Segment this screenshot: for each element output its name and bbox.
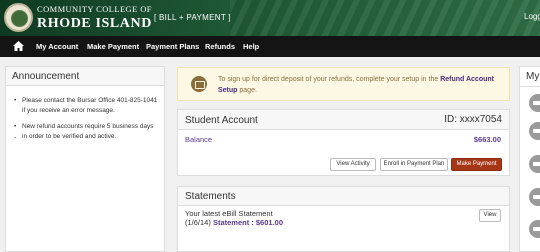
site-header: COMMUNITY COLLEGE OF RHODE ISLAND [ BILL… [0,0,540,36]
latest-ebill-label: Your latest eBill Statement [185,209,273,218]
enroll-payment-plan-button[interactable]: Enroll in Payment Plan [380,158,448,171]
quick-link-icon[interactable] [529,155,540,173]
announcement-panel: Announcement Please contact the Bursar O… [5,66,165,252]
statement-date: (1/6/14) [185,218,211,227]
home-icon[interactable] [13,41,24,51]
statements-header: Statements [178,187,509,206]
student-id: ID: xxxx7054 [444,114,502,125]
announcement-item: Please contact the Bursar Office 401-825… [14,96,158,116]
alert-text-before: To sign up for direct deposit of your re… [218,76,441,83]
statement-line: (1/6/14) Statement : $601.00 [185,218,283,227]
college-seal-logo[interactable] [4,3,33,32]
quick-link-icon[interactable] [529,188,540,206]
quick-link-icon[interactable] [529,94,540,112]
statement-amount: $601.00 [255,218,284,227]
nav-my-account[interactable]: My Account [36,42,78,51]
quick-link-icon[interactable] [529,220,540,238]
statements-panel: Statements Your latest eBill Statement (… [177,186,510,252]
nav-make-payment[interactable]: Make Payment [87,42,139,51]
direct-deposit-alert: To sign up for direct deposit of your re… [177,67,510,101]
statements-title: Statements [185,191,236,202]
login-link[interactable]: Logg [524,12,540,21]
system-name: [ BILL + PAYMENT ] [154,13,231,22]
quick-link-icon[interactable] [529,122,540,140]
statement-link[interactable]: Statement : [213,218,254,227]
student-account-header: Student Account ID: xxxx7054 [178,110,509,130]
alert-text-after: page. [237,87,257,94]
right-side-panel: My [519,66,540,252]
announcement-header: Announcement [6,67,164,86]
divider [520,86,540,87]
view-statement-button[interactable]: View [479,209,501,222]
balance-link[interactable]: Balance [185,135,212,144]
make-payment-button[interactable]: Make Payment [451,158,502,171]
announcement-list: Please contact the Bursar Office 401-825… [6,86,164,142]
brand-top-text: COMMUNITY COLLEGE OF [37,4,152,14]
student-account-title: Student Account [185,115,258,126]
college-brand[interactable]: COMMUNITY COLLEGE OF RHODE ISLAND [37,4,152,32]
nav-payment-plans[interactable]: Payment Plans [146,42,199,51]
right-panel-title: My [526,71,540,82]
nav-help[interactable]: Help [243,42,259,51]
nav-refunds[interactable]: Refunds [205,42,235,51]
brand-main-text: RHODE ISLAND [37,16,152,31]
alert-text: To sign up for direct deposit of your re… [218,74,508,96]
announcement-item: New refund accounts require 5 business d… [14,122,158,142]
announcement-trailing: - [14,135,17,142]
balance-value: $663.00 [473,135,501,144]
announcement-title: Announcement [12,71,80,82]
camera-icon [191,76,207,92]
main-nav: My Account Make Payment Payment Plans Re… [0,36,540,57]
view-activity-button[interactable]: View Activity [330,158,376,171]
student-account-panel: Student Account ID: xxxx7054 Balance $66… [177,109,510,176]
